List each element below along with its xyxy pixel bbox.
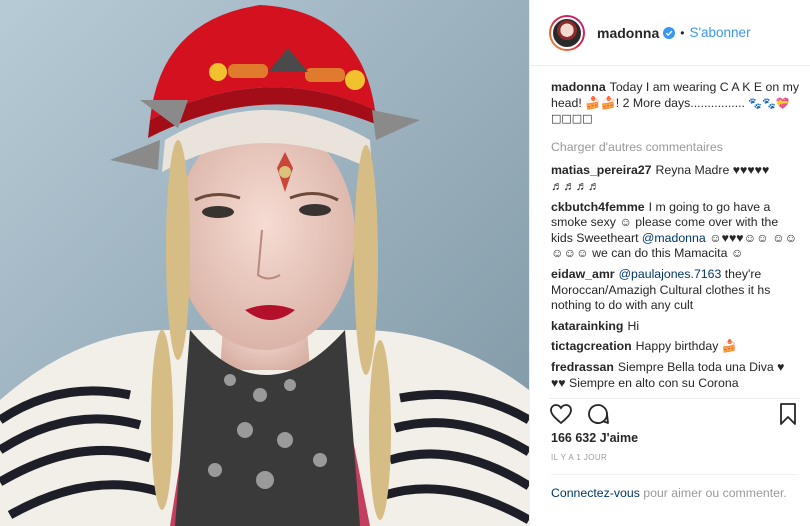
post-header: madonna • S'abonner xyxy=(530,0,810,66)
post-username[interactable]: madonna xyxy=(597,25,659,41)
likes-count[interactable]: 166 632 J'aime xyxy=(551,431,638,445)
comment-author[interactable]: ckbutch4femme xyxy=(551,200,645,214)
bookmark-icon[interactable] xyxy=(776,402,800,426)
comment-item: fredrassan Siempre Bella toda una Diva ♥ … xyxy=(551,360,802,391)
speech-bubble-icon[interactable] xyxy=(586,402,610,426)
post-timestamp[interactable]: IL Y A 1 JOUR xyxy=(551,453,607,462)
comment-author[interactable]: katarainking xyxy=(551,319,623,333)
comment-author[interactable]: fredrassan xyxy=(551,360,614,374)
load-more-comments-button[interactable]: Charger d'autres commentaires xyxy=(551,140,802,156)
comment-author[interactable]: tictagcreation xyxy=(551,339,632,353)
comment-item: tictagcreation Happy birthday 🍰 xyxy=(551,339,802,355)
comment-item: matias_pereira27 Reyna Madre ♥♥♥♥♥ ♬♬♬♬ xyxy=(551,163,802,194)
post-sidebar: madonna • S'abonner madonna Today I am we… xyxy=(529,0,810,526)
comments-list[interactable]: madonna Today I am wearing C A K E on my … xyxy=(551,80,802,392)
comment-mention[interactable]: @paulajones.7163 xyxy=(619,267,722,281)
login-prompt: Connectez-vous pour aimer ou commenter. xyxy=(551,474,798,502)
separator-dot: • xyxy=(680,25,685,40)
instagram-post: madonna • S'abonner madonna Today I am we… xyxy=(0,0,810,526)
verified-badge-icon xyxy=(663,26,676,39)
heart-icon[interactable] xyxy=(549,402,573,426)
comment-author[interactable]: matias_pereira27 xyxy=(551,163,652,177)
comment-mention[interactable]: @madonna xyxy=(642,231,706,245)
login-link[interactable]: Connectez-vous xyxy=(551,486,640,500)
comment-text: Hi xyxy=(627,318,640,333)
portrait-illustration xyxy=(0,0,529,526)
login-prompt-text: pour aimer ou commenter. xyxy=(643,486,787,500)
comment-text: Happy birthday 🍰 xyxy=(635,339,738,354)
comment-author[interactable]: eidaw_amr xyxy=(551,267,615,281)
follow-button[interactable]: S'abonner xyxy=(689,25,750,40)
caption-author[interactable]: madonna xyxy=(551,80,606,94)
avatar[interactable] xyxy=(549,14,585,51)
comment-item: ckbutch4femme I m going to go have a smok… xyxy=(551,200,802,262)
post-photo[interactable] xyxy=(0,0,529,526)
caption: madonna Today I am wearing C A K E on my … xyxy=(551,80,802,127)
action-bar xyxy=(549,398,800,429)
comment-item: eidaw_amr @paulajones.7163 they're Morocc… xyxy=(551,267,802,314)
comment-item: katarainking Hi xyxy=(551,319,802,335)
